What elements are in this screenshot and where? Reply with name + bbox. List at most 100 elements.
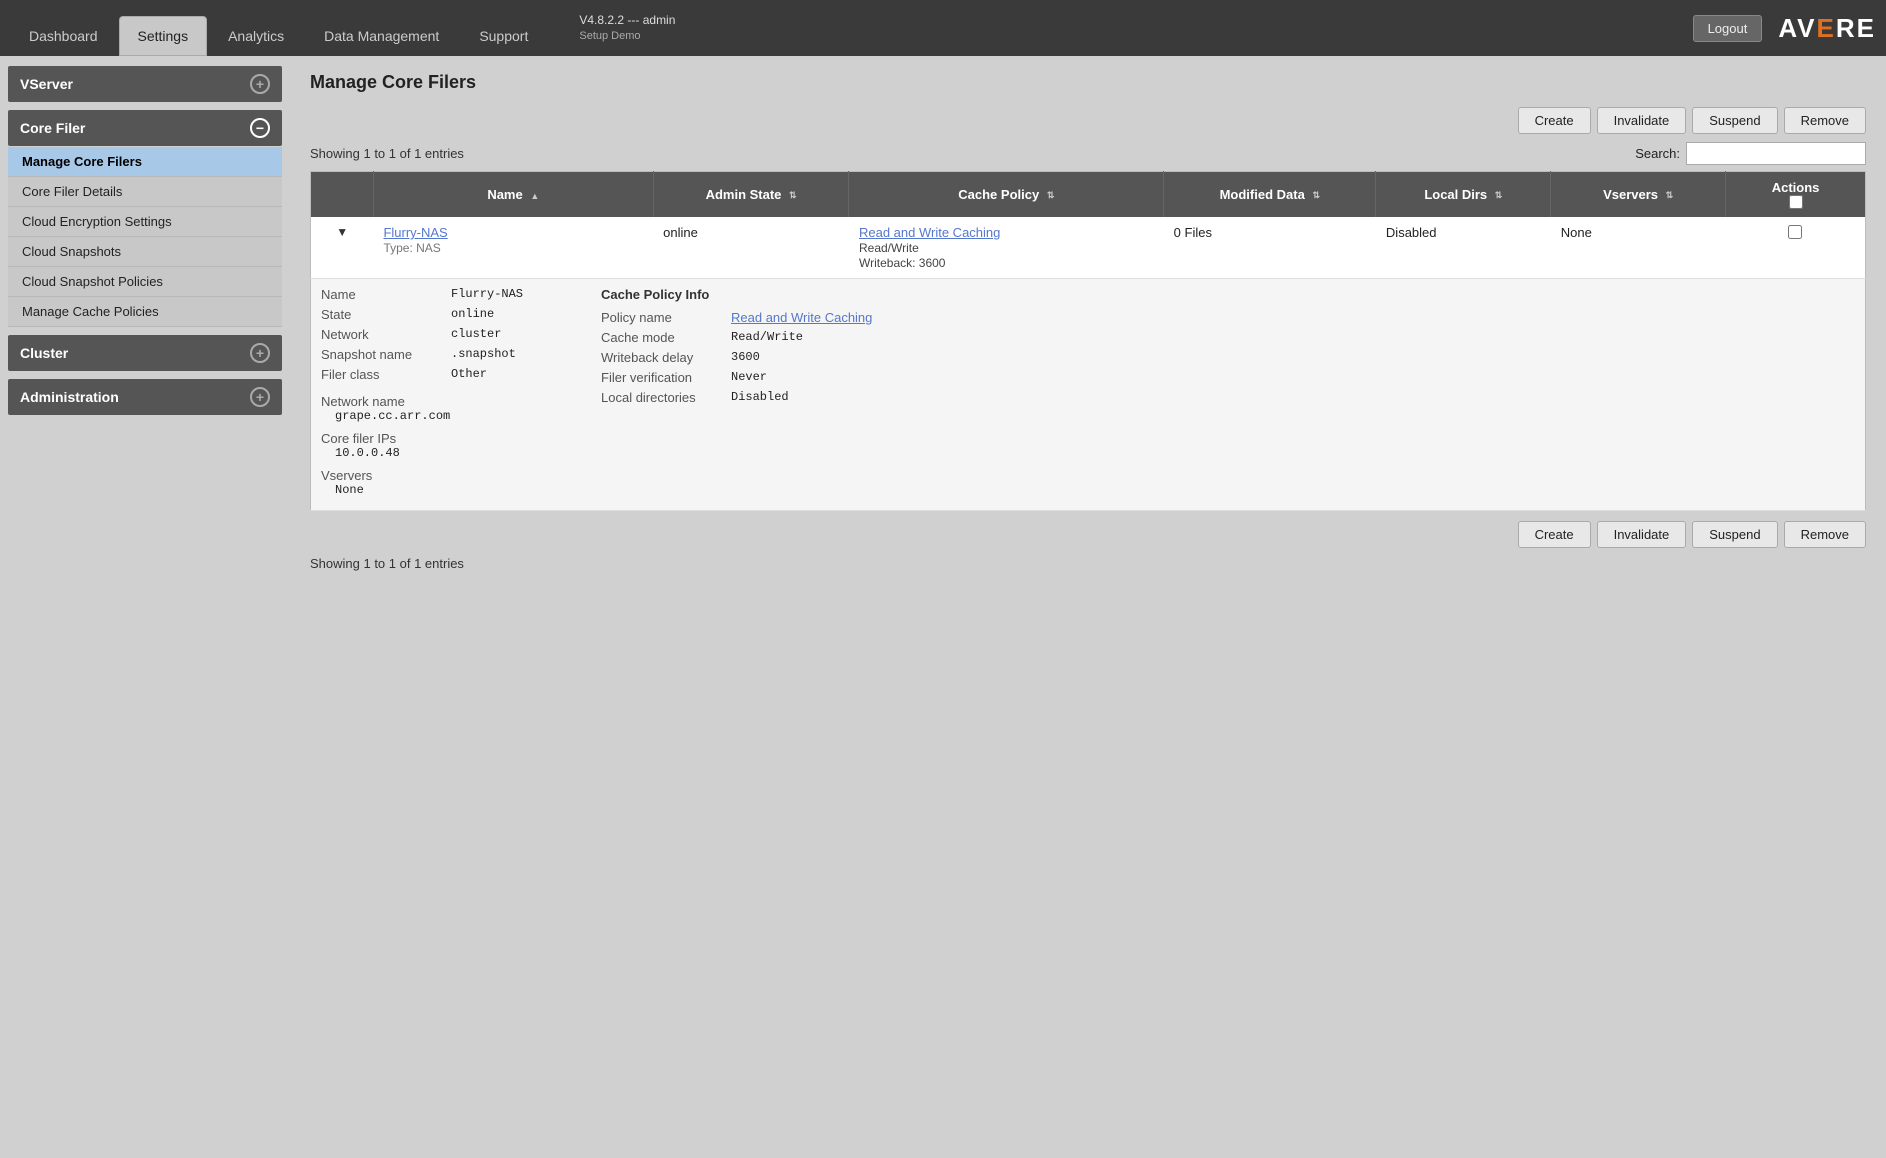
- content-area: Manage Core Filers Create Invalidate Sus…: [290, 56, 1886, 1158]
- suspend-button-bottom[interactable]: Suspend: [1692, 521, 1777, 548]
- col-header-cache-policy[interactable]: Cache Policy ⇅: [849, 172, 1164, 218]
- expanded-section-cache-policy: Cache Policy Info Policy name Read and W…: [601, 287, 872, 502]
- row-checkbox-wrapper: [1736, 225, 1855, 239]
- detail-name-value: Flurry-NAS: [451, 287, 523, 302]
- detail-writeback-delay-value: 3600: [731, 350, 760, 365]
- detail-state-row: State online: [321, 307, 541, 322]
- detail-cache-mode-value: Read/Write: [731, 330, 803, 345]
- suspend-button-top[interactable]: Suspend: [1692, 107, 1777, 134]
- sidebar-section-core-filer: Core Filer − Manage Core Filers Core Fil…: [8, 110, 282, 327]
- create-button-bottom[interactable]: Create: [1518, 521, 1591, 548]
- tab-dashboard[interactable]: Dashboard: [10, 16, 117, 56]
- sidebar: VServer + Core Filer − Manage Core Filer…: [0, 56, 290, 1158]
- action-bar-bottom: Create Invalidate Suspend Remove: [310, 521, 1866, 548]
- create-button-top[interactable]: Create: [1518, 107, 1591, 134]
- detail-policy-name-row: Policy name Read and Write Caching: [601, 310, 872, 325]
- detail-snapshot-name-value: .snapshot: [451, 347, 516, 362]
- detail-policy-name-label: Policy name: [601, 310, 731, 325]
- sidebar-item-manage-core-filers[interactable]: Manage Core Filers: [8, 147, 282, 177]
- table-header-row: Name ▲ Admin State ⇅ Cache Policy ⇅ Modi…: [311, 172, 1866, 218]
- administration-expand-icon: +: [250, 387, 270, 407]
- sidebar-item-manage-cache-policies[interactable]: Manage Cache Policies: [8, 297, 282, 327]
- select-all-checkbox[interactable]: [1789, 195, 1803, 209]
- expanded-detail-row: Name Flurry-NAS State online Network clu…: [311, 279, 1866, 511]
- sidebar-section-header-core-filer[interactable]: Core Filer −: [8, 110, 282, 146]
- col-header-admin-state[interactable]: Admin State ⇅: [653, 172, 849, 218]
- row-cache-policy-cell: Read and Write Caching Read/Write Writeb…: [849, 217, 1164, 279]
- cache-policy-writeback: Writeback: 3600: [859, 256, 946, 270]
- core-filer-collapse-icon: −: [250, 118, 270, 138]
- logout-button[interactable]: Logout: [1693, 15, 1763, 42]
- setup-demo-text: Setup Demo: [579, 29, 675, 44]
- table-info-row: Showing 1 to 1 of 1 entries Search:: [310, 142, 1866, 165]
- col-header-local-dirs[interactable]: Local Dirs ⇅: [1376, 172, 1551, 218]
- header-checkbox-wrapper: [1736, 195, 1855, 209]
- remove-button-bottom[interactable]: Remove: [1784, 521, 1866, 548]
- top-navigation: Dashboard Settings Analytics Data Manage…: [0, 0, 1886, 56]
- detail-filer-verification-value: Never: [731, 370, 767, 385]
- cache-policy-link[interactable]: Read and Write Caching: [859, 225, 1000, 240]
- expanded-content: Name Flurry-NAS State online Network clu…: [321, 287, 1855, 502]
- col-header-vservers[interactable]: Vservers ⇅: [1551, 172, 1726, 218]
- main-layout: VServer + Core Filer − Manage Core Filer…: [0, 56, 1886, 1158]
- tab-analytics[interactable]: Analytics: [209, 16, 303, 56]
- sidebar-section-header-vserver[interactable]: VServer +: [8, 66, 282, 102]
- top-nav-right: Logout AVERE: [1693, 13, 1876, 44]
- vservers-sort-icon: ⇅: [1666, 190, 1674, 201]
- showing-text-bottom: Showing 1 to 1 of 1 entries: [310, 556, 1866, 571]
- col-header-modified-data[interactable]: Modified Data ⇅: [1164, 172, 1376, 218]
- tab-settings[interactable]: Settings: [119, 16, 208, 56]
- detail-network-name-block: Network name grape.cc.arr.com: [321, 394, 541, 423]
- vservers-value: None: [1561, 225, 1592, 240]
- col-header-name[interactable]: Name ▲: [373, 172, 653, 218]
- avere-logo: AVERE: [1778, 13, 1876, 44]
- sidebar-section-header-cluster[interactable]: Cluster +: [8, 335, 282, 371]
- detail-local-directories-value: Disabled: [731, 390, 789, 405]
- sidebar-item-cloud-snapshots[interactable]: Cloud Snapshots: [8, 237, 282, 267]
- cache-policy-mode: Read/Write: [859, 241, 919, 255]
- remove-button-top[interactable]: Remove: [1784, 107, 1866, 134]
- detail-cache-mode-label: Cache mode: [601, 330, 731, 345]
- table-row: ▼ Flurry-NAS Type: NAS online Read and W…: [311, 217, 1866, 279]
- detail-name-row: Name Flurry-NAS: [321, 287, 541, 302]
- detail-local-directories-label: Local directories: [601, 390, 731, 405]
- sidebar-section-vserver: VServer +: [8, 66, 282, 102]
- detail-filer-verification-label: Filer verification: [601, 370, 731, 385]
- invalidate-button-bottom[interactable]: Invalidate: [1597, 521, 1687, 548]
- detail-network-row: Network cluster: [321, 327, 541, 342]
- row-actions-cell: [1726, 217, 1866, 279]
- detail-vservers-label: Vservers: [321, 468, 541, 483]
- tab-data-management[interactable]: Data Management: [305, 16, 458, 56]
- sidebar-section-label-cluster: Cluster: [20, 345, 68, 361]
- detail-policy-name-link[interactable]: Read and Write Caching: [731, 310, 872, 325]
- sidebar-section-cluster: Cluster +: [8, 335, 282, 371]
- action-bar-top: Create Invalidate Suspend Remove: [310, 107, 1866, 134]
- row-vservers-cell: None: [1551, 217, 1726, 279]
- sidebar-item-cloud-snapshot-policies[interactable]: Cloud Snapshot Policies: [8, 267, 282, 297]
- expanded-detail-cell: Name Flurry-NAS State online Network clu…: [311, 279, 1866, 511]
- detail-writeback-delay-label: Writeback delay: [601, 350, 731, 365]
- detail-core-filer-ips-block: Core filer IPs 10.0.0.48: [321, 431, 541, 460]
- name-sort-icon: ▲: [530, 191, 539, 201]
- detail-vservers-block: Vservers None: [321, 468, 541, 497]
- version-info: V4.8.2.2 --- admin Setup Demo: [579, 12, 675, 44]
- local-dirs-sort-icon: ⇅: [1495, 190, 1503, 201]
- detail-core-filer-ips-label: Core filer IPs: [321, 431, 541, 446]
- expand-row-icon[interactable]: ▼: [321, 225, 363, 239]
- row-modified-data-cell: 0 Files: [1164, 217, 1376, 279]
- filer-name-link[interactable]: Flurry-NAS: [383, 225, 447, 240]
- search-input[interactable]: [1686, 142, 1866, 165]
- col-header-actions: Actions: [1726, 172, 1866, 218]
- tab-support[interactable]: Support: [460, 16, 547, 56]
- detail-filer-class-value: Other: [451, 367, 487, 382]
- sidebar-section-administration: Administration +: [8, 379, 282, 415]
- cache-policy-info-header: Cache Policy Info: [601, 287, 872, 302]
- sidebar-section-header-administration[interactable]: Administration +: [8, 379, 282, 415]
- sidebar-item-cloud-encryption-settings[interactable]: Cloud Encryption Settings: [8, 207, 282, 237]
- sidebar-section-label-core-filer: Core Filer: [20, 120, 85, 136]
- detail-network-name-value: grape.cc.arr.com: [335, 409, 541, 423]
- invalidate-button-top[interactable]: Invalidate: [1597, 107, 1687, 134]
- row-select-checkbox[interactable]: [1788, 225, 1802, 239]
- sidebar-item-core-filer-details[interactable]: Core Filer Details: [8, 177, 282, 207]
- detail-core-filer-ips-value: 10.0.0.48: [335, 446, 541, 460]
